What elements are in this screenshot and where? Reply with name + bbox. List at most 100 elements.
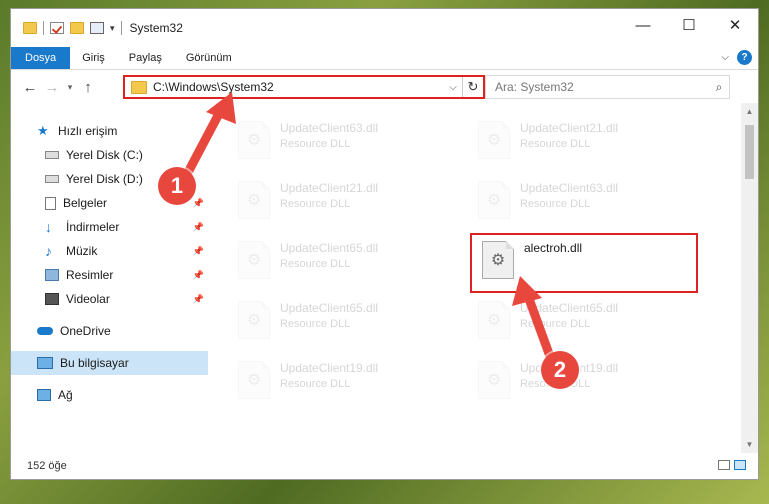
list-item[interactable]: ⚙ UpdateClient65.dll Resource DLL <box>228 235 454 285</box>
address-path[interactable]: C:\Windows\System32 <box>153 80 444 94</box>
properties-check-icon[interactable] <box>50 22 64 34</box>
ribbon-right: ⌵ ? <box>721 50 752 65</box>
tab-paylas[interactable]: Paylaş <box>117 47 174 69</box>
file-name: UpdateClient65.dll <box>280 301 379 315</box>
list-item[interactable]: ⚙ UpdateClient63.dll Resource DLL <box>468 175 694 225</box>
item-count: 152 öğe <box>27 460 67 472</box>
up-arrow-icon[interactable]: ↑ <box>77 79 99 96</box>
navigation-bar: ← → ▾ ↑ C:\Windows\System32 ⌵ ↻ Ara: Sys… <box>11 70 758 104</box>
details-view-icon[interactable] <box>718 460 730 470</box>
network-icon <box>37 389 51 401</box>
tab-dosya[interactable]: Dosya <box>11 47 71 69</box>
file-type: Resource DLL <box>280 318 351 330</box>
address-bar[interactable]: C:\Windows\System32 ⌵ ↻ <box>123 75 485 99</box>
chevron-down-icon[interactable]: ▾ <box>110 23 115 34</box>
sidebar-item-label: Bu bilgisayar <box>60 356 129 370</box>
search-input[interactable]: Ara: System32 <box>495 80 709 94</box>
recent-chevron-icon[interactable]: ▾ <box>63 82 77 93</box>
scroll-down-icon[interactable]: ▼ <box>741 440 758 449</box>
sidebar-item-label: Ağ <box>58 388 73 402</box>
navigation-pane: ★ Hızlı erişim Yerel Disk (C:) Yerel Dis… <box>11 103 208 453</box>
scroll-up-icon[interactable]: ▲ <box>741 107 758 116</box>
computer-icon <box>37 357 53 369</box>
sidebar-item-downloads[interactable]: ↓ İndirmeler 📌 <box>11 215 208 239</box>
file-name: UpdateClient19.dll <box>280 361 379 375</box>
window-controls: — ☐ ✕ <box>620 9 758 41</box>
sidebar-item-quick-access[interactable]: ★ Hızlı erişim <box>11 119 208 143</box>
tab-gorunum[interactable]: Görünüm <box>174 47 244 69</box>
status-bar: 152 öğe <box>11 453 758 479</box>
file-type: Resource DLL <box>280 198 351 210</box>
back-arrow-icon[interactable]: ← <box>19 79 41 96</box>
scrollbar-thumb[interactable] <box>745 125 754 179</box>
sidebar-item-videos[interactable]: Videolar 📌 <box>11 287 208 311</box>
dll-file-icon: ⚙ <box>478 121 510 159</box>
sidebar-item-disk-c[interactable]: Yerel Disk (C:) <box>11 143 208 167</box>
list-item[interactable]: ⚙ UpdateClient19.dllResource DLL <box>228 355 454 405</box>
divider <box>120 21 122 35</box>
file-type: Resource DLL <box>280 258 351 270</box>
dll-file-icon: ⚙ <box>238 181 270 219</box>
vertical-scrollbar[interactable]: ▲ ▼ <box>741 103 758 453</box>
divider <box>43 21 44 35</box>
pin-icon[interactable]: 📌 <box>193 198 204 209</box>
list-item[interactable]: ⚙ UpdateClient21.dll Resource DLL <box>228 175 454 225</box>
sidebar-item-this-pc[interactable]: Bu bilgisayar <box>11 351 208 375</box>
file-type: Resource DLL <box>280 378 351 390</box>
quick-access-toolbar: ▾ <box>11 21 122 35</box>
sidebar-item-label: Videolar <box>66 292 110 306</box>
file-name: UpdateClient21.dll <box>520 121 619 135</box>
highlighted-file-alectroh[interactable]: ⚙ alectroh.dll <box>470 233 698 293</box>
pin-icon[interactable]: 📌 <box>193 294 204 305</box>
large-icons-view-icon[interactable] <box>734 460 746 470</box>
file-name: UpdateClient63.dll <box>520 181 619 195</box>
search-box[interactable]: Ara: System32 ⌕ <box>485 75 730 99</box>
file-type: Resource DLL <box>520 198 591 210</box>
list-item[interactable]: ⚙ UpdateClient21.dll Resource DLL <box>468 115 694 165</box>
videos-icon <box>45 293 59 305</box>
pin-icon[interactable]: 📌 <box>193 270 204 281</box>
main-area: ★ Hızlı erişim Yerel Disk (C:) Yerel Dis… <box>11 103 758 453</box>
file-name: UpdateClient65.dll <box>280 241 379 255</box>
close-button[interactable]: ✕ <box>712 9 758 41</box>
search-icon[interactable]: ⌕ <box>709 80 729 95</box>
new-folder-icon[interactable] <box>70 22 84 34</box>
forward-arrow-icon[interactable]: → <box>41 79 63 96</box>
help-icon[interactable]: ? <box>737 50 752 65</box>
file-name: UpdateClient21.dll <box>280 181 379 195</box>
list-item[interactable]: ⚙ UpdateClient63.dll Resource DLL <box>228 115 454 165</box>
sidebar-item-network[interactable]: Ağ <box>11 383 208 407</box>
tab-giris[interactable]: Giriş <box>70 47 117 69</box>
list-item[interactable]: ⚙ UpdateClient65.dll Resource DLL <box>228 295 454 345</box>
sidebar-item-music[interactable]: ♪ Müzik 📌 <box>11 239 208 263</box>
refresh-icon[interactable]: ↻ <box>462 77 483 97</box>
drive-icon <box>45 151 59 159</box>
expand-ribbon-icon[interactable]: ⌵ <box>721 52 729 63</box>
sidebar-item-onedrive[interactable]: OneDrive <box>11 319 208 343</box>
maximize-button[interactable]: ☐ <box>666 9 712 41</box>
dll-file-icon: ⚙ <box>482 241 514 279</box>
sidebar-item-label: İndirmeler <box>66 220 120 234</box>
file-type: Resource DLL <box>520 138 591 150</box>
drive-icon <box>45 175 59 183</box>
file-name: UpdateClient65.dll <box>520 301 619 315</box>
file-name: alectroh.dll <box>524 241 583 255</box>
sidebar-item-label: Belgeler <box>63 196 108 210</box>
file-list: ⚙ UpdateClient63.dll Resource DLL ⚙ Updat… <box>208 103 758 453</box>
cloud-icon <box>37 327 53 335</box>
download-icon: ↓ <box>45 219 52 235</box>
address-dropdown-icon[interactable]: ⌵ <box>444 82 462 93</box>
minimize-button[interactable]: — <box>620 9 666 41</box>
dll-file-icon: ⚙ <box>478 301 510 339</box>
list-item[interactable]: ⚙ UpdateClient19.dllResource DLL <box>468 355 694 405</box>
step-marker-2: 2 <box>541 351 579 389</box>
documents-icon <box>45 196 56 210</box>
sidebar-item-pictures[interactable]: Resimler 📌 <box>11 263 208 287</box>
view-switcher <box>718 460 746 470</box>
dll-file-icon: ⚙ <box>478 361 510 399</box>
pin-icon[interactable]: 📌 <box>193 246 204 257</box>
sidebar-item-label: Yerel Disk (D:) <box>66 172 143 186</box>
rename-icon[interactable] <box>90 22 104 34</box>
pin-icon[interactable]: 📌 <box>193 222 204 233</box>
list-item[interactable]: ⚙ UpdateClient65.dll Resource DLL <box>468 295 694 345</box>
